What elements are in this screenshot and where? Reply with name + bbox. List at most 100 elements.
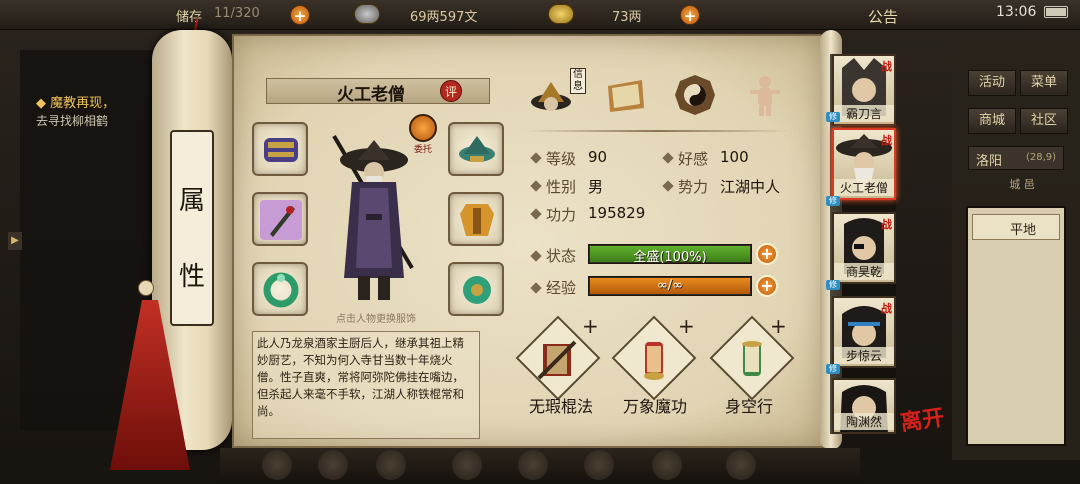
status-add-button[interactable]: +: [756, 243, 778, 265]
community-button[interactable]: 社区: [1020, 108, 1068, 134]
skill-1-name: 无瑕棍法: [528, 397, 593, 416]
battle-badge: 战: [881, 134, 892, 147]
bottom-nav-icon-3[interactable]: [376, 450, 406, 480]
scroll-char-2: 性: [178, 262, 205, 292]
equip-slot-gloves[interactable]: [252, 122, 308, 176]
silver-ingot-icon: [354, 4, 380, 24]
affection-label: 好感: [678, 150, 709, 168]
tab-bagua-icon[interactable]: [672, 72, 718, 118]
scroll-char-1: 属: [178, 186, 205, 216]
rate-button[interactable]: 评: [440, 80, 462, 102]
shop-button[interactable]: 商城: [968, 108, 1016, 134]
faction-label: 势力: [678, 178, 709, 196]
tab-book-icon[interactable]: [602, 72, 648, 118]
battle-badge: 战: [881, 60, 892, 73]
roster-tag: 修: [826, 364, 840, 374]
gloves-icon: [264, 138, 298, 162]
bottom-nav-icon-8[interactable]: [726, 450, 756, 480]
level-label: 等级: [546, 150, 577, 168]
roster-tag: 修: [826, 280, 840, 290]
roster-portrait-4[interactable]: 战 步惊云: [832, 296, 896, 368]
roster-tag: 修: [826, 112, 840, 122]
roster-portrait-3[interactable]: 战 商昊乾: [832, 212, 896, 284]
storage-label: 储存: [176, 10, 203, 25]
bottom-nav-icon-7[interactable]: [652, 450, 682, 480]
skill-3-add-button[interactable]: +: [770, 314, 787, 338]
roster-portrait-2[interactable]: 战 火工老僧: [832, 128, 896, 200]
level-value: 90: [588, 148, 608, 166]
tab-info-hat-icon[interactable]: [528, 72, 574, 118]
location-name: 洛阳: [976, 154, 1003, 169]
tab-divider: [526, 130, 790, 132]
tab-meridian-body-icon[interactable]: [742, 72, 788, 118]
roster-name: 火工老僧: [834, 179, 894, 196]
skill-3-name: 身空行: [724, 397, 773, 416]
jade-pendant-icon: [463, 276, 491, 304]
storage-add-button[interactable]: +: [290, 5, 310, 25]
exp-bar-text: ∞/∞: [656, 278, 684, 293]
game-screen: 储存 11/320 + 69两597文 73两 + 公告 13:06 ◆ 魔教再…: [0, 0, 1080, 484]
activity-button[interactable]: 活动: [968, 70, 1016, 96]
top-resource-bar: 储存 11/320 + 69两597文 73两 + 公告 13:06: [0, 0, 1080, 30]
announcement-button[interactable]: 公告: [868, 6, 898, 27]
tab-info-label: 信息: [570, 68, 586, 94]
bamboo-hat-icon: [459, 136, 495, 162]
character-bio: 此人乃龙泉酒家主厨后人，继承其祖上精妙厨艺，不知为何入寺甘当数十年烧火僧。性子直…: [252, 331, 480, 439]
status-bar: 全盛(100%): [588, 244, 752, 265]
dart-icon: [260, 200, 302, 240]
exp-label: 经验: [546, 279, 577, 297]
quest-desc[interactable]: 去寻找柳相鹤: [36, 112, 108, 129]
jade-ring-icon: [263, 272, 299, 308]
exp-add-button[interactable]: +: [756, 275, 778, 297]
gender-label: 性别: [546, 178, 577, 196]
storage-count: 11/320: [214, 6, 260, 21]
area-type-tag: 城 邑: [1009, 178, 1035, 191]
equip-slot-ring[interactable]: [252, 262, 308, 316]
bottom-nav-icon-1[interactable]: [262, 450, 292, 480]
roster-name: 步惊云: [834, 347, 894, 364]
skill-2-name: 万象魔功: [622, 397, 687, 416]
bottom-nav-icon-2[interactable]: [318, 450, 348, 480]
silver-amount: 69两597文: [410, 10, 478, 25]
location-coords: (28,9): [1026, 152, 1057, 163]
power-label: 功力: [546, 206, 577, 224]
menu-button[interactable]: 菜单: [1020, 70, 1068, 96]
status-label: 状态: [546, 247, 577, 265]
leave-button[interactable]: 离开: [898, 399, 952, 438]
status-bar-text: 全盛(100%): [633, 250, 707, 265]
gender-value: 男: [588, 178, 604, 196]
bottom-nav-icon-4[interactable]: [452, 450, 482, 480]
expand-left-arrow-icon[interactable]: ▶: [8, 232, 22, 250]
roster-name: 商昊乾: [834, 263, 894, 280]
equip-slot-hat[interactable]: [448, 122, 504, 176]
terrain-text: 平地: [1010, 223, 1037, 238]
gold-amount: 73两: [612, 10, 642, 25]
roster-name: 霸刀言: [834, 105, 894, 122]
terrain-panel: [966, 206, 1066, 446]
gold-add-button[interactable]: +: [680, 5, 700, 25]
bottom-nav-icon-6[interactable]: [584, 450, 614, 480]
power-value: 195829: [588, 204, 646, 222]
scroll-manual-icon: [644, 342, 664, 380]
roster-portrait-1[interactable]: 战 霸刀言: [832, 54, 896, 126]
gold-ingot-icon: [548, 4, 574, 24]
roster-portrait-5[interactable]: 陶渊然: [832, 378, 896, 434]
armor-icon: [460, 204, 494, 236]
quest-title[interactable]: ◆ 魔教再现，: [36, 92, 115, 111]
skill-1-add-button[interactable]: +: [582, 314, 599, 338]
battery-icon: [1044, 6, 1068, 18]
roster-tag: 修: [826, 196, 840, 206]
tassel-bead: [138, 280, 154, 296]
battle-badge: 战: [881, 218, 892, 231]
equip-slot-armor[interactable]: [448, 192, 504, 246]
system-clock: 13:06: [996, 4, 1037, 20]
faction-value: 江湖中人: [720, 178, 781, 196]
change-outfit-hint: 点击人物更换服饰: [336, 314, 416, 325]
scroll-label: [170, 130, 214, 326]
character-figure[interactable]: [322, 118, 422, 308]
equip-slot-necklace[interactable]: [448, 262, 504, 316]
exp-bar: ∞/∞: [588, 276, 752, 296]
skill-2-add-button[interactable]: +: [678, 314, 695, 338]
bottom-nav-icon-5[interactable]: [518, 450, 548, 480]
equip-slot-hidden-weapon[interactable]: [252, 192, 308, 246]
